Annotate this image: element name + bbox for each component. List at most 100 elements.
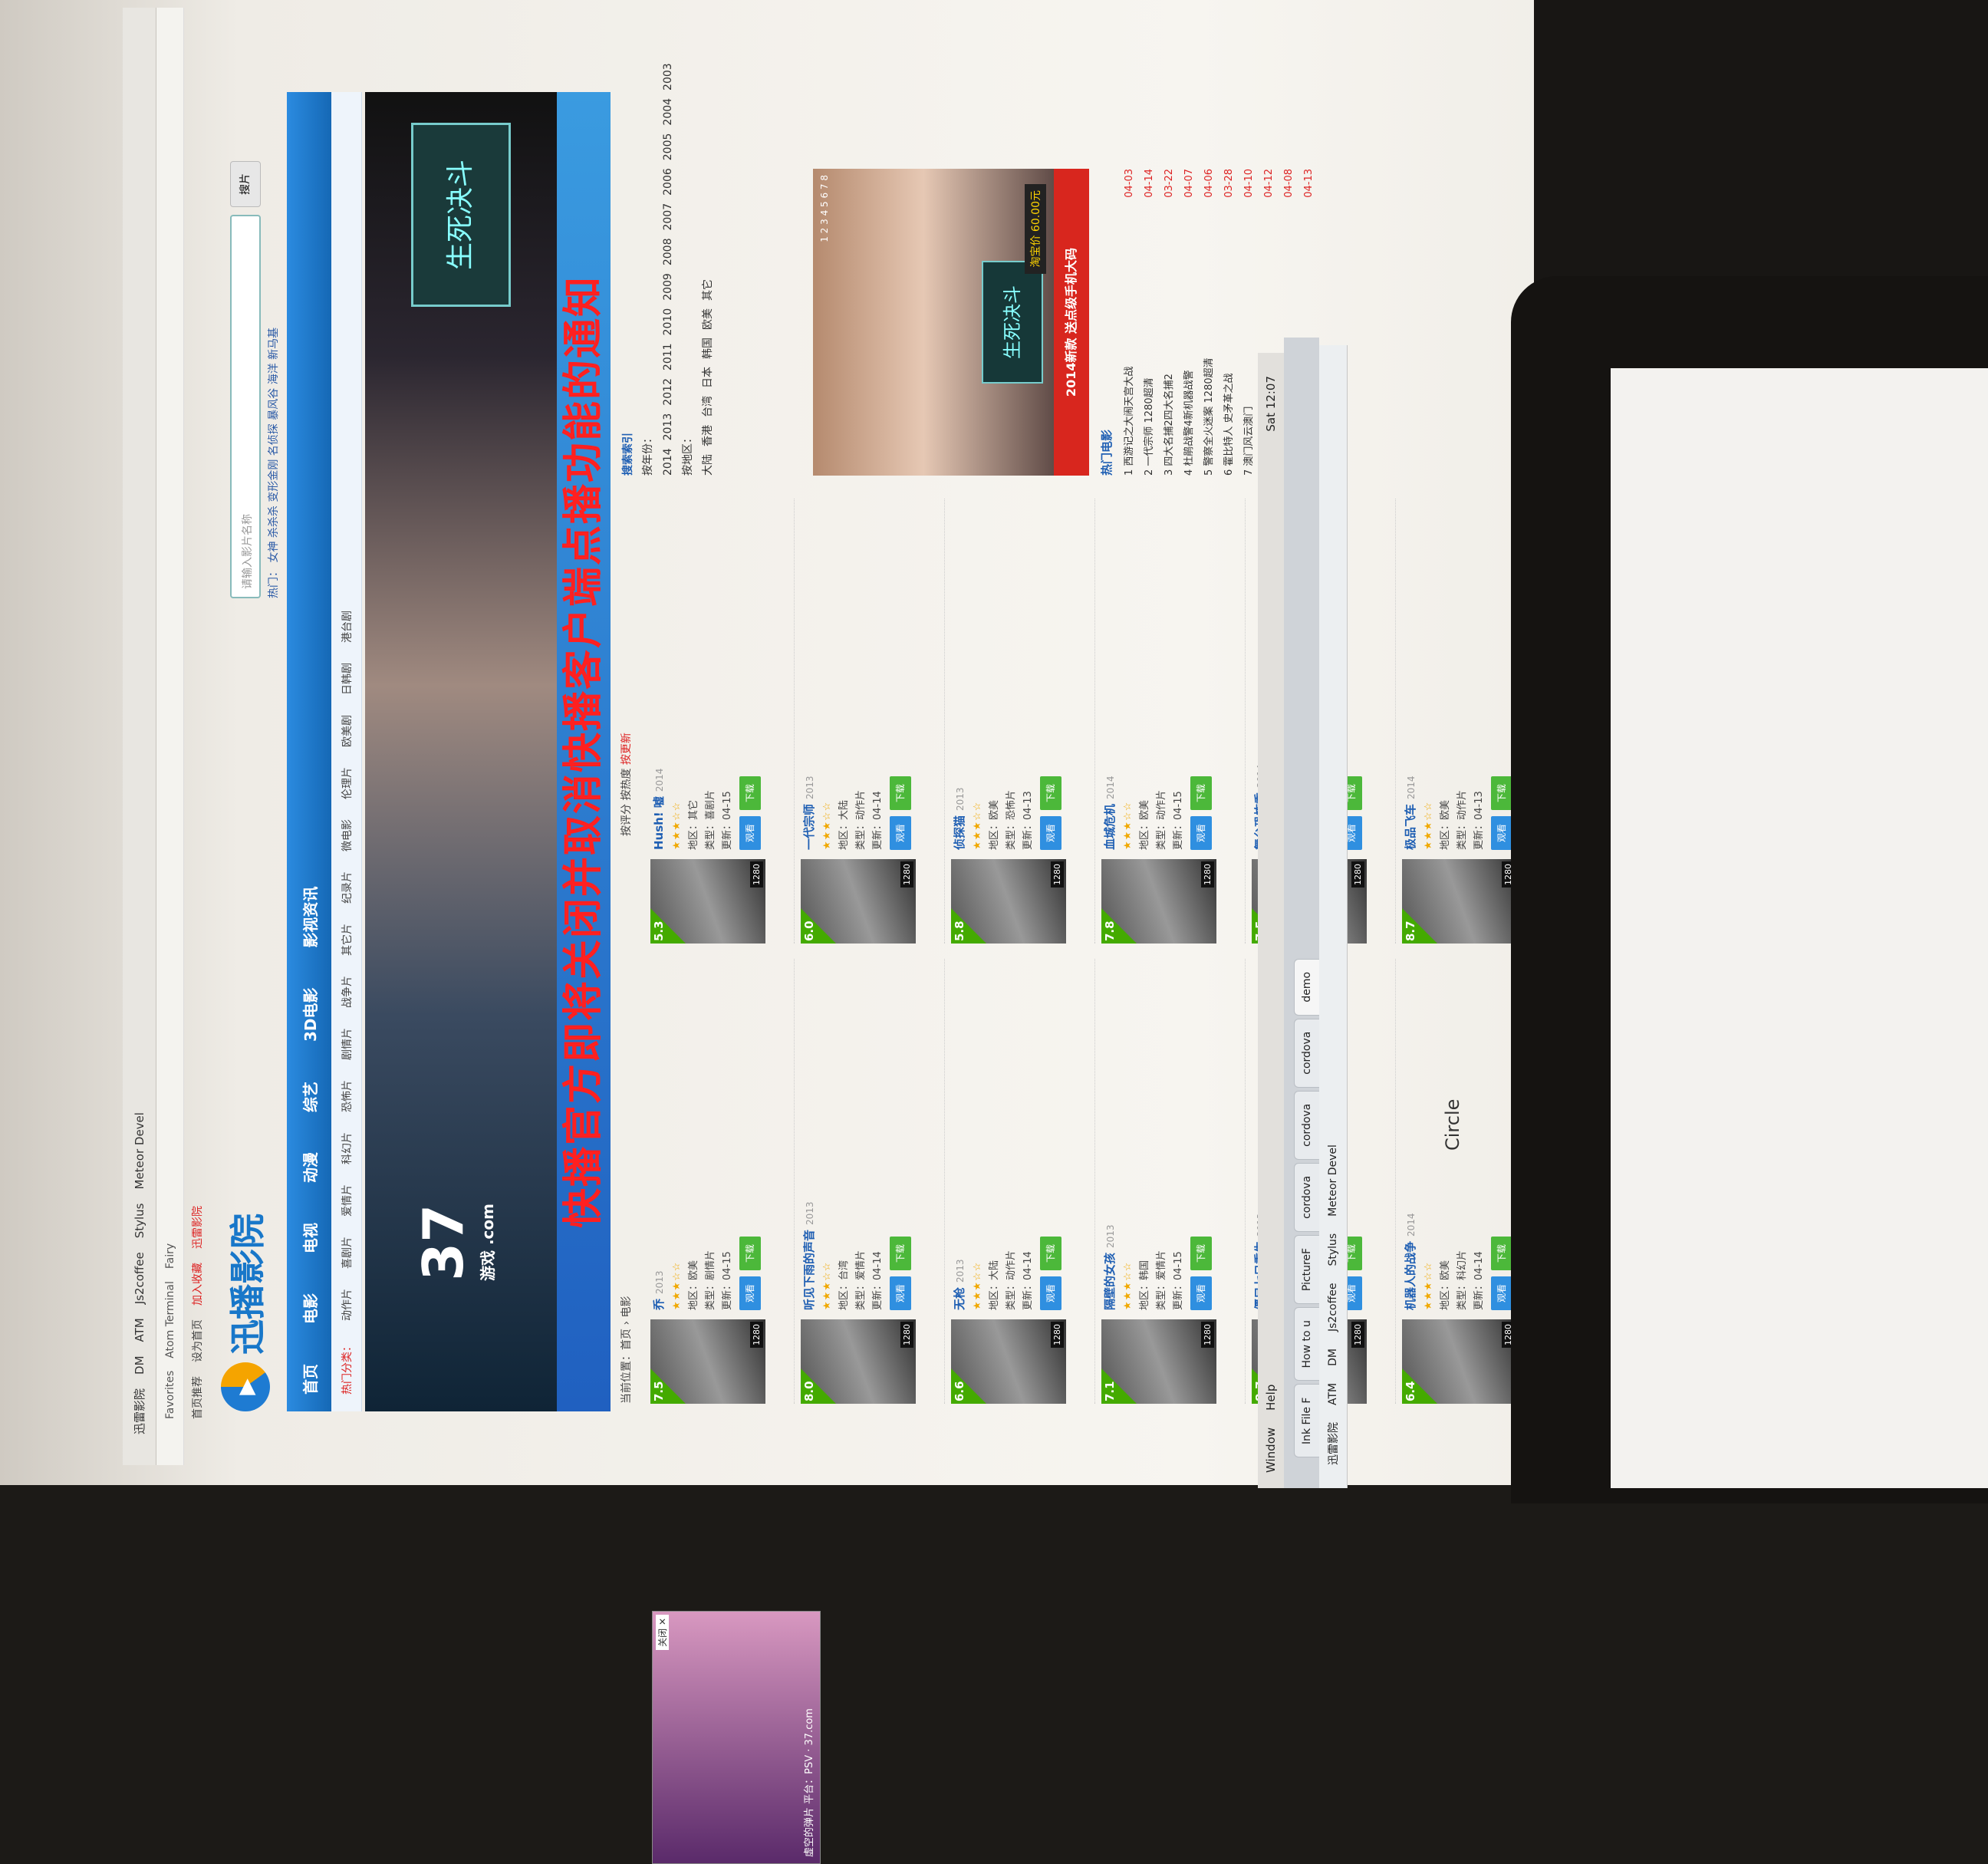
hot-movie-row[interactable]: 3 四大名捕2四大名捕2 03-22: [1160, 169, 1180, 476]
download-button[interactable]: 下载: [1190, 1236, 1212, 1270]
movie-poster[interactable]: 7.1 1280: [1101, 1319, 1216, 1404]
movie-poster[interactable]: 5.3 1280: [650, 859, 765, 944]
nav-anime[interactable]: 动漫: [298, 1152, 321, 1183]
subnav-item[interactable]: 动作片: [339, 1289, 354, 1321]
year-link[interactable]: 2007: [662, 203, 674, 231]
hot-link[interactable]: 暴风谷: [268, 388, 280, 420]
favorite-item[interactable]: Fairy: [164, 1243, 176, 1269]
hot-link[interactable]: 海洋: [268, 363, 280, 384]
watch-button[interactable]: 观看: [1040, 815, 1061, 850]
site-logo[interactable]: ▶ 迅播影院: [215, 1158, 276, 1411]
watch-button[interactable]: 观看: [739, 815, 761, 850]
watch-button[interactable]: 观看: [1040, 1276, 1061, 1310]
subnav-item[interactable]: 欧美剧: [339, 715, 354, 747]
ad-pager[interactable]: 1 2 3 4 5 6 7 8: [819, 175, 830, 242]
top-link[interactable]: 设为首页: [189, 1319, 205, 1362]
movie-card[interactable]: 6.6 1280 无枪2013 ★★★☆☆ 地区：大陆 类型：动作片 更新：04…: [945, 959, 1095, 1404]
tab[interactable]: PictureF: [1294, 1234, 1319, 1305]
subnav-item[interactable]: 纪录片: [339, 871, 354, 904]
download-button[interactable]: 下载: [1040, 776, 1061, 810]
watch-button[interactable]: 观看: [1190, 1276, 1212, 1310]
sort-by-new[interactable]: 按更新: [620, 733, 633, 765]
movie-card[interactable]: 7.1 1280 隔壁的女孩2013 ★★★☆☆ 地区：韩国 类型：爱情片 更新…: [1095, 959, 1246, 1404]
download-button[interactable]: 下载: [739, 776, 761, 810]
year-link[interactable]: 2014: [662, 448, 674, 476]
hot-movie-row[interactable]: 2 一代宗师 1280超清 04-14: [1140, 169, 1160, 476]
hot-movie-name[interactable]: 7 澳门风云澳门: [1239, 407, 1259, 476]
hot-link[interactable]: 杀杀杀: [268, 506, 280, 538]
top-link[interactable]: 首页推荐: [189, 1376, 205, 1419]
region-link[interactable]: 其它: [702, 279, 714, 301]
year-link[interactable]: 2008: [662, 239, 674, 266]
bookmark[interactable]: ATM: [1327, 1383, 1339, 1405]
movie-title[interactable]: Hush! 嘘: [652, 796, 666, 850]
favorite-item[interactable]: Atom Terminal: [164, 1281, 176, 1358]
subnav-item[interactable]: 战争片: [339, 976, 354, 1008]
nav-movies[interactable]: 电影: [298, 1293, 321, 1324]
movie-card[interactable]: 7.5 1280 乔2013 ★★★☆☆ 地区：欧美 类型：剧情片 更新：04-…: [644, 959, 795, 1404]
movie-title[interactable]: 无枪: [953, 1287, 966, 1310]
movie-title[interactable]: 血城危机: [1103, 804, 1117, 850]
tab-active[interactable]: demo: [1294, 958, 1319, 1016]
hot-movie-name[interactable]: 5 警察全火迷案 1280超清: [1200, 357, 1219, 476]
download-button[interactable]: 下载: [1190, 776, 1212, 810]
movie-card[interactable]: 6.0 1280 一代宗师2013 ★★★☆☆ 地区：大陆 类型：动作片 更新：…: [795, 499, 945, 944]
movie-poster[interactable]: 7.5 1280: [650, 1319, 765, 1404]
sort-by-hot[interactable]: 按热度: [620, 769, 633, 801]
bookmark[interactable]: 迅雷影院: [131, 1388, 147, 1434]
top-link[interactable]: 加入收藏: [189, 1263, 205, 1306]
bookmark[interactable]: Stylus: [1327, 1233, 1339, 1266]
hot-movie-name[interactable]: 1 西游记之大闹天宫大战: [1120, 367, 1140, 476]
subnav-item[interactable]: 其它片: [339, 924, 354, 956]
side-ad[interactable]: 1 2 3 4 5 6 7 8 生死决斗 淘宝价 60.00元 2014新款 送…: [813, 169, 1089, 476]
search-button[interactable]: 搜片: [230, 161, 261, 207]
search-input[interactable]: 请输入影片名称: [230, 215, 261, 598]
movie-card[interactable]: 8.0 1280 听见下雨的声音2013 ★★★☆☆ 地区：台湾 类型：爱情片 …: [795, 959, 945, 1404]
movie-poster[interactable]: 6.0 1280: [801, 859, 916, 944]
hot-movie-name[interactable]: 6 霍比特人 史矛革之战: [1219, 373, 1239, 476]
subnav-item[interactable]: 科幻片: [339, 1132, 354, 1164]
tab[interactable]: cordova: [1294, 1018, 1319, 1088]
subnav-item[interactable]: 剧情片: [339, 1028, 354, 1060]
region-link[interactable]: 台湾: [702, 396, 714, 417]
tab[interactable]: cordova: [1294, 1090, 1319, 1160]
hot-link[interactable]: 新马基: [268, 328, 280, 360]
year-link[interactable]: 2003: [662, 63, 674, 91]
ad-banner[interactable]: 37 游戏 .com 生死决斗: [365, 92, 557, 1411]
subnav-item[interactable]: 爱情片: [339, 1184, 354, 1217]
year-link[interactable]: 2006: [662, 168, 674, 196]
download-button[interactable]: 下载: [739, 1236, 761, 1270]
tab[interactable]: Ink File F: [1294, 1384, 1319, 1457]
year-link[interactable]: 2005: [662, 133, 674, 161]
close-button[interactable]: 关闭 ✕: [656, 1615, 669, 1650]
nav-variety[interactable]: 综艺: [298, 1082, 321, 1112]
bookmark[interactable]: Meteor Devel: [1327, 1144, 1339, 1217]
bookmark[interactable]: DM: [1327, 1349, 1339, 1366]
download-button[interactable]: 下载: [1040, 1236, 1061, 1270]
bookmark[interactable]: DM: [133, 1355, 146, 1375]
favorite-item[interactable]: Favorites: [164, 1371, 176, 1419]
subnav-item[interactable]: 喜剧片: [339, 1237, 354, 1269]
movie-poster[interactable]: 8.0 1280: [801, 1319, 916, 1404]
hot-link[interactable]: 变形金刚: [268, 459, 280, 502]
region-link[interactable]: 韩国: [702, 338, 714, 359]
menu-item[interactable]: Help: [1264, 1385, 1278, 1411]
hot-movie-row[interactable]: 7 澳门风云澳门 04-10: [1239, 169, 1259, 476]
hot-link[interactable]: 女神: [268, 542, 280, 563]
bookmark[interactable]: ATM: [133, 1318, 146, 1342]
nav-home[interactable]: 首页: [298, 1364, 321, 1395]
tab[interactable]: cordova: [1294, 1162, 1319, 1232]
year-link[interactable]: 2011: [662, 343, 674, 370]
movie-card[interactable]: 7.8 1280 血城危机2014 ★★★☆☆ 地区：欧美 类型：动作片 更新：…: [1095, 499, 1246, 944]
region-link[interactable]: 大陆: [702, 454, 714, 476]
watch-button[interactable]: 观看: [1190, 815, 1212, 850]
year-link[interactable]: 2013: [662, 413, 674, 441]
bookmark[interactable]: Js2coffee: [133, 1252, 146, 1304]
year-link[interactable]: 2004: [662, 98, 674, 126]
year-link[interactable]: 2010: [662, 308, 674, 336]
nav-tv[interactable]: 电视: [298, 1223, 321, 1253]
watch-button[interactable]: 观看: [890, 1276, 911, 1310]
bookmark[interactable]: Meteor Devel: [133, 1112, 146, 1189]
hot-movie-name[interactable]: 3 四大名捕2四大名捕2: [1160, 374, 1180, 476]
tab[interactable]: How to u: [1294, 1307, 1319, 1382]
